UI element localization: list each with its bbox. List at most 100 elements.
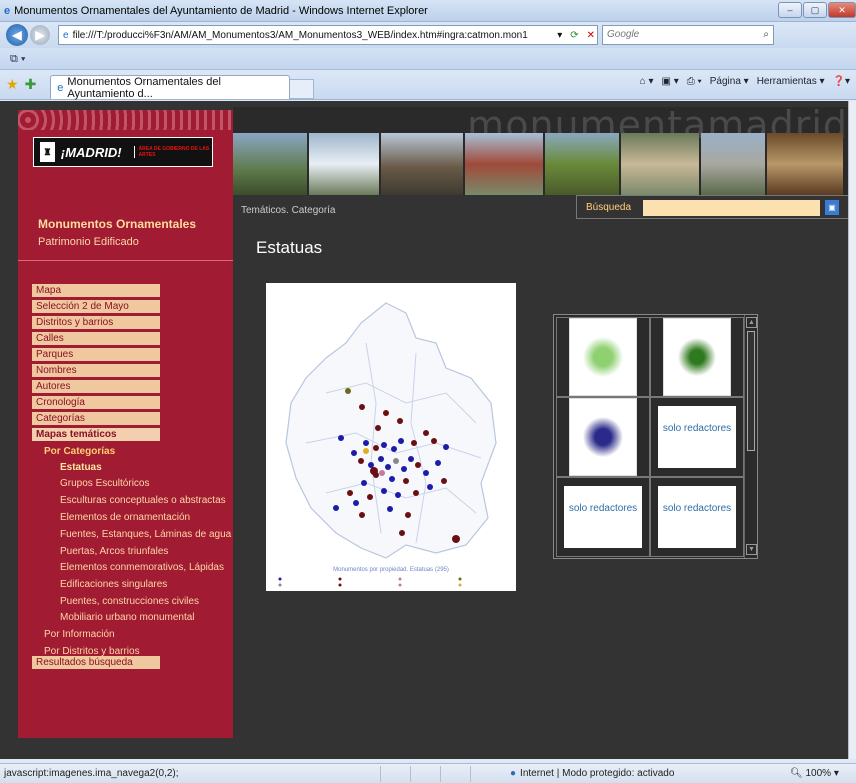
url-text: file:///T:/producci%F3n/AM/AM_Monumentos…: [72, 29, 528, 41]
page-scrollbar[interactable]: [848, 101, 856, 759]
print-icon[interactable]: ⎙ ▾: [687, 76, 702, 87]
gallery-thumbnail-selected[interactable]: [556, 397, 650, 477]
submenu-esculturas[interactable]: Esculturas conceptuales o abstractas: [60, 494, 226, 508]
menu-seleccion-2-mayo[interactable]: Selección 2 de Mayo: [32, 300, 160, 314]
solo-redactores-tile[interactable]: solo redactores: [658, 486, 736, 548]
gallery-cell[interactable]: solo redactores: [650, 397, 744, 477]
search-placeholder: Google: [607, 29, 640, 40]
menu-parques[interactable]: Parques: [32, 348, 160, 362]
green-map-thumb: [569, 318, 637, 396]
gallery-cell[interactable]: solo redactores: [556, 477, 650, 557]
sidebar-subtitle[interactable]: Patrimonio Edificado: [38, 236, 139, 248]
stop-icon[interactable]: ✕: [587, 30, 595, 41]
page-title: Estatuas: [256, 238, 323, 257]
feeds-icon[interactable]: ▣ ▾: [662, 76, 679, 87]
globe-icon: ●: [510, 768, 517, 779]
tools-menu[interactable]: Herramientas ▾: [757, 76, 825, 87]
menu-distritos-barrios[interactable]: Distritos y barrios: [32, 316, 160, 330]
submenu-puertas[interactable]: Puertas, Arcos triunfales: [60, 545, 168, 559]
links-icon[interactable]: ⧉ ▾: [10, 53, 26, 65]
menu-mapa[interactable]: Mapa: [32, 284, 160, 298]
submenu-por-informacion[interactable]: Por Información: [44, 628, 115, 642]
zoom-control[interactable]: 🔍︎ 100% ▾: [790, 764, 839, 783]
zoom-icon: 🔍︎: [790, 768, 803, 779]
zoom-level: 100%: [805, 768, 832, 779]
banner-photo: [701, 133, 765, 195]
banner-photo: [465, 133, 543, 195]
sidebar-title[interactable]: Monumentos Ornamentales: [38, 217, 196, 231]
sidebar-divider: [18, 260, 233, 261]
zone-indicator[interactable]: ● Internet | Modo protegido: activado: [510, 764, 674, 783]
blue-map-thumb: [569, 398, 637, 476]
darkgreen-map-thumb: [663, 318, 731, 396]
header-banner: monumentamadrid: [233, 107, 848, 195]
madrid-crest-icon: ♜: [40, 142, 55, 162]
forward-button[interactable]: ▶: [30, 25, 50, 45]
submenu-fuentes[interactable]: Fuentes, Estanques, Láminas de agua: [60, 528, 231, 542]
submenu-grupos[interactable]: Grupos Escultóricos: [60, 477, 149, 491]
maximize-button[interactable]: ▢: [803, 2, 827, 18]
banner-photo: [767, 133, 843, 195]
favorites-star-icon[interactable]: ★: [6, 76, 19, 93]
menu-nombres[interactable]: Nombres: [32, 364, 160, 378]
close-button[interactable]: ✕: [828, 2, 856, 18]
submenu-por-categorias[interactable]: Por Categorías: [44, 445, 115, 459]
zone-text: Internet | Modo protegido: activado: [520, 768, 675, 779]
page-menu[interactable]: Página ▾: [710, 76, 749, 87]
map-svg: Monumentos por propiedad. Estatuas (295): [278, 302, 497, 587]
submenu-ornamentacion[interactable]: Elementos de ornamentación: [60, 511, 190, 525]
refresh-icon[interactable]: ⟳: [570, 30, 578, 41]
menu-autores[interactable]: Autores: [32, 380, 160, 394]
submenu-puentes[interactable]: Puentes, construcciones civiles: [60, 595, 199, 609]
scroll-down-icon[interactable]: ▼: [746, 544, 757, 555]
status-divider: [470, 766, 471, 782]
minimize-button[interactable]: –: [778, 2, 802, 18]
gallery-scrollbar[interactable]: ▲ ▼: [744, 315, 757, 558]
gallery-thumbnail[interactable]: [650, 317, 744, 397]
menu-mapas-tematicos[interactable]: Mapas temáticos: [32, 428, 160, 442]
banner-photo: [381, 133, 463, 195]
site-search-input[interactable]: [643, 200, 820, 216]
submenu-edificaciones[interactable]: Edificaciones singulares: [60, 578, 167, 592]
madrid-logo[interactable]: ♜ ¡MADRID! ÁREA DE GOBIERNO DE LAS ARTES: [33, 137, 213, 167]
window-title-bar: e Monumentos Ornamentales del Ayuntamien…: [0, 0, 856, 22]
gallery-thumbnail[interactable]: [556, 317, 650, 397]
scroll-thumb[interactable]: [747, 331, 755, 451]
submenu-estatuas[interactable]: Estatuas: [60, 461, 102, 475]
search-icon[interactable]: ⌕: [763, 26, 769, 44]
search-go-icon[interactable]: ▣: [825, 200, 839, 215]
tab-bar: ★ ✚ e Monumentos Ornamentales del Ayunta…: [0, 70, 856, 100]
search-input[interactable]: Google ⌕: [602, 25, 774, 45]
map-legend: [278, 577, 462, 587]
menu-calles[interactable]: Calles: [32, 332, 160, 346]
address-bar[interactable]: e file:///T:/producci%F3n/AM/AM_Monument…: [58, 25, 598, 45]
browser-tab[interactable]: e Monumentos Ornamentales del Ayuntamien…: [50, 75, 291, 100]
sidebar-pattern: [18, 110, 233, 130]
submenu-conmemorativos[interactable]: Elementos conmemorativos, Lápidas: [60, 561, 224, 575]
gallery-cell[interactable]: solo redactores: [650, 477, 744, 557]
window-title: Monumentos Ornamentales del Ayuntamiento…: [14, 4, 428, 17]
help-icon[interactable]: ❓▾: [833, 76, 850, 87]
solo-redactores-tile[interactable]: solo redactores: [564, 486, 642, 548]
status-divider: [380, 766, 381, 782]
address-toolbar: ◀ ▶ e file:///T:/producci%F3n/AM/AM_Monu…: [0, 22, 856, 48]
status-divider: [440, 766, 441, 782]
solo-redactores-tile[interactable]: solo redactores: [658, 406, 736, 468]
back-button[interactable]: ◀: [6, 24, 28, 46]
url-dropdown-icon[interactable]: ▾: [557, 30, 562, 41]
logo-text: ¡MADRID!: [60, 144, 122, 160]
thematic-map[interactable]: Monumentos por propiedad. Estatuas (295): [266, 283, 516, 591]
scroll-up-icon[interactable]: ▲: [746, 317, 757, 328]
tab-title: Monumentos Ornamentales del Ayuntamiento…: [67, 75, 221, 100]
menu-resultados-busqueda[interactable]: Resultados búsqueda: [32, 656, 160, 670]
home-icon[interactable]: ⌂ ▾: [640, 76, 654, 87]
banner-photo: [621, 133, 699, 195]
add-favorites-icon[interactable]: ✚: [25, 76, 37, 93]
menu-cronologia[interactable]: Cronología: [32, 396, 160, 410]
tab-page-icon: e: [57, 81, 64, 94]
new-tab-button[interactable]: [290, 79, 315, 99]
breadcrumb: Temáticos. Categoría: [241, 205, 336, 216]
menu-categorias[interactable]: Categorías: [32, 412, 160, 426]
status-bar: javascript:imagenes.ima_navega2(0,2); ● …: [0, 763, 856, 783]
submenu-mobiliario[interactable]: Mobiliario urbano monumental: [60, 611, 195, 625]
